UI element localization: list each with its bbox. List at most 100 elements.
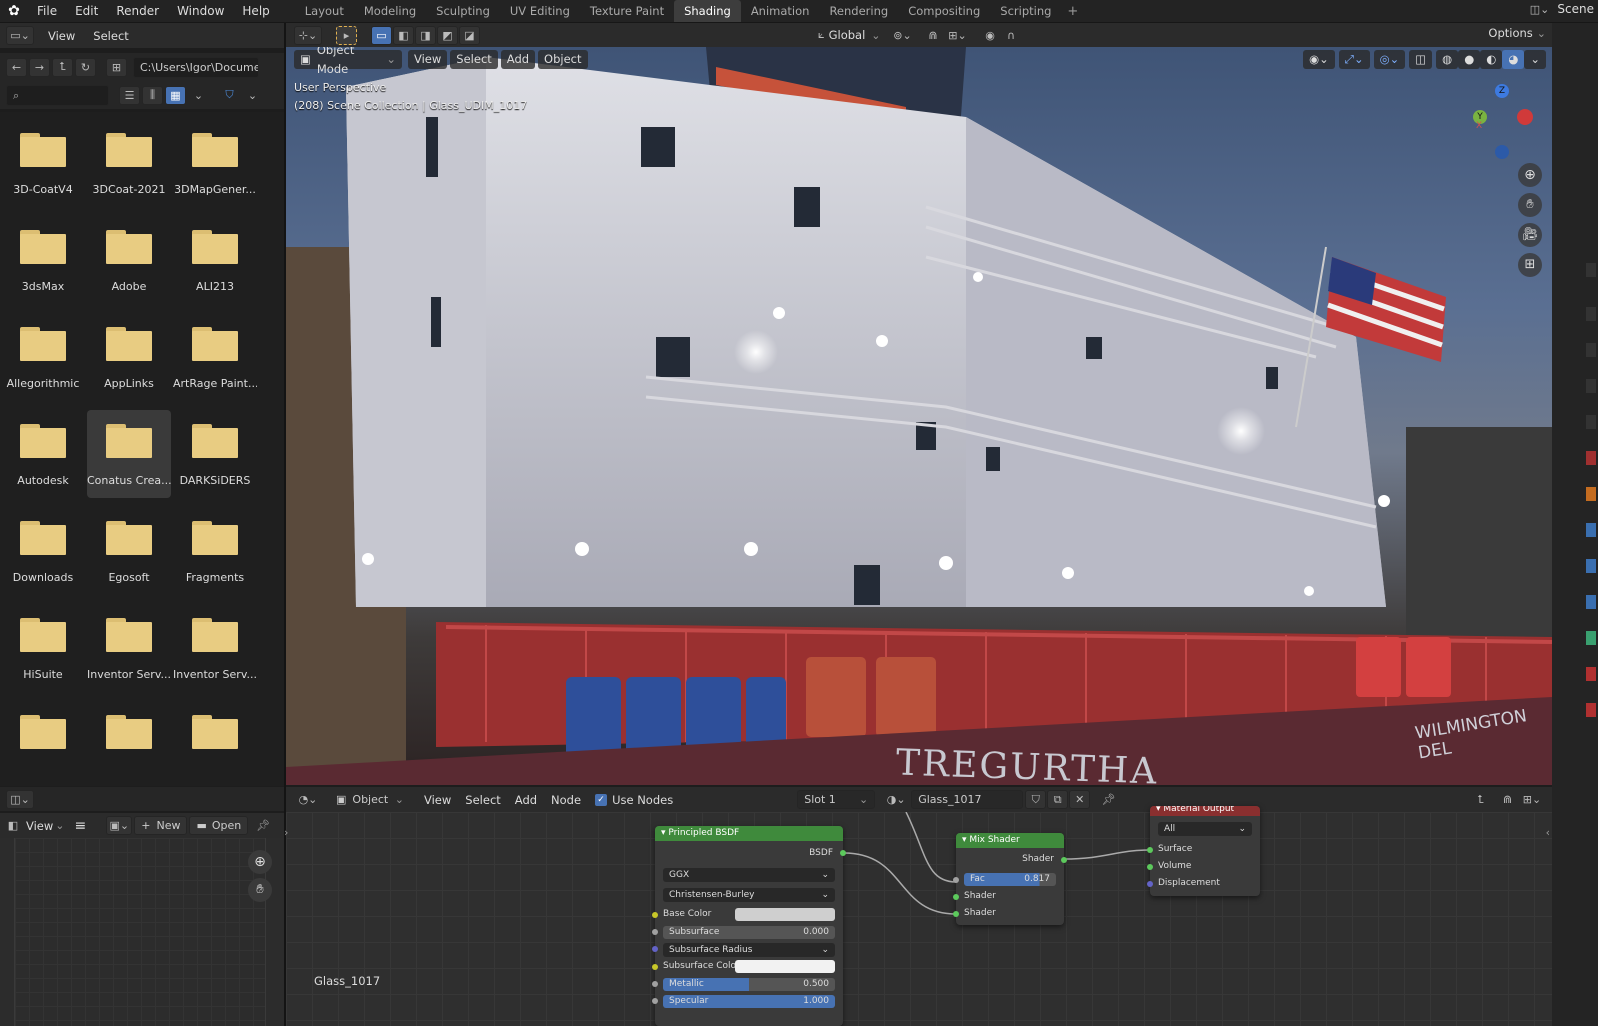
folder-item[interactable]: ArtRage Paint... bbox=[173, 313, 257, 401]
shader-input-2-socket[interactable] bbox=[953, 911, 959, 917]
list-vertical-icon[interactable]: ☰ bbox=[119, 85, 140, 105]
image-browse-icon[interactable]: ▣⌄ bbox=[106, 816, 133, 835]
subsurface-radius-socket[interactable] bbox=[652, 946, 658, 952]
back-icon[interactable]: ← bbox=[6, 57, 27, 77]
fac-slider[interactable]: Fac 0.817 bbox=[964, 873, 1056, 886]
fb-view-menu[interactable]: View bbox=[48, 29, 75, 43]
transform-pivot-icon[interactable]: ⊹⌄ bbox=[294, 25, 322, 45]
wireframe-shading-icon[interactable]: ◍ bbox=[1436, 50, 1459, 69]
mode-selector[interactable]: ▣ Object Mode ⌄ bbox=[294, 47, 402, 76]
search-input[interactable]: ⌕ bbox=[6, 84, 109, 106]
shader-type-selector[interactable]: ▣ Object ⌄ bbox=[330, 790, 410, 809]
navigation-gizmo[interactable]: Z Y X bbox=[1466, 81, 1536, 161]
viewport-object-menu[interactable]: Object bbox=[538, 50, 588, 69]
proportional-edit-icon[interactable]: ◉ bbox=[980, 26, 1001, 45]
tab-world-icon[interactable] bbox=[1586, 451, 1596, 465]
hamburger-icon[interactable]: ≡ bbox=[75, 818, 87, 834]
material-output-node[interactable]: ▾ Material Output All ⌄ Surface Volume Di… bbox=[1147, 806, 1260, 896]
subsurface-color-socket[interactable] bbox=[652, 964, 658, 970]
select-extend-icon[interactable]: ◧ bbox=[393, 25, 414, 45]
tab-material-icon[interactable] bbox=[1586, 667, 1596, 681]
blender-logo-icon[interactable]: ✿ bbox=[0, 3, 28, 19]
base-color-swatch[interactable] bbox=[735, 908, 835, 921]
snap-icon[interactable]: ⋒ bbox=[1497, 790, 1518, 809]
mix-shader-node[interactable]: ▾ Mix Shader Shader Fac 0.817 Shader Shad… bbox=[953, 833, 1067, 925]
material-name-field[interactable]: Glass_1017 bbox=[911, 790, 1024, 809]
tab-texture-icon[interactable] bbox=[1586, 703, 1596, 717]
select-tool-icon[interactable]: ▸ bbox=[336, 25, 357, 45]
editor-type-icon[interactable]: ◫⌄ bbox=[6, 789, 34, 809]
folder-item[interactable] bbox=[1, 701, 85, 786]
specular-socket[interactable] bbox=[652, 998, 658, 1004]
snap-mode-icon[interactable]: ⊞⌄ bbox=[1518, 790, 1546, 809]
viewport-select-menu[interactable]: Select bbox=[450, 50, 498, 69]
tab-modeling[interactable]: Modeling bbox=[354, 0, 426, 22]
slot-selector[interactable]: Slot 1 ⌄ bbox=[797, 790, 876, 809]
folder-item[interactable]: HiSuite bbox=[1, 604, 85, 692]
select-subtract-icon[interactable]: ◨ bbox=[415, 25, 436, 45]
distribution-dropdown[interactable]: GGX ⌄ bbox=[663, 868, 835, 882]
tab-uv-editing[interactable]: UV Editing bbox=[500, 0, 580, 22]
path-field[interactable]: C:\Users\Igor\Docume... bbox=[133, 56, 259, 78]
folder-item[interactable] bbox=[87, 701, 171, 786]
menu-file[interactable]: File bbox=[28, 0, 66, 23]
pivot-point-icon[interactable]: ⊚⌄ bbox=[889, 26, 917, 45]
material-browse-icon[interactable]: ◑⌄ bbox=[883, 790, 909, 809]
pin-icon[interactable]: 📌︎ bbox=[256, 819, 270, 832]
folder-item[interactable] bbox=[173, 701, 257, 786]
forward-icon[interactable]: → bbox=[29, 57, 50, 77]
metallic-slider[interactable]: Metallic 0.500 bbox=[663, 978, 835, 991]
gizmo-icon[interactable]: ⤢⌄ bbox=[1338, 50, 1370, 69]
tab-tool-icon[interactable] bbox=[1586, 263, 1596, 277]
transform-orientation[interactable]: ⟀ Global ⌄ bbox=[818, 28, 881, 42]
principled-bsdf-title[interactable]: ▾ Principled BSDF bbox=[655, 826, 843, 841]
ortho-toggle-icon[interactable]: ⊞ bbox=[1518, 253, 1542, 277]
tab-scripting[interactable]: Scripting bbox=[990, 0, 1061, 22]
surface-socket[interactable] bbox=[1147, 847, 1153, 853]
use-nodes-toggle[interactable]: ✓ Use Nodes bbox=[595, 793, 673, 807]
node-node-menu[interactable]: Node bbox=[551, 793, 581, 807]
sidebar-toggle-left-icon[interactable]: › bbox=[284, 826, 288, 839]
node-view-menu[interactable]: View bbox=[424, 793, 451, 807]
new-folder-icon[interactable]: ⊞ bbox=[106, 57, 127, 77]
zoom-icon[interactable]: ⊕ bbox=[1518, 163, 1542, 187]
tab-scene-icon[interactable] bbox=[1586, 415, 1596, 429]
tab-texture-paint[interactable]: Texture Paint bbox=[580, 0, 674, 22]
subsurface-color-swatch[interactable] bbox=[735, 960, 835, 973]
folder-item[interactable]: DARKSiDERS bbox=[173, 410, 257, 498]
folder-item[interactable]: AppLinks bbox=[87, 313, 171, 401]
folder-item[interactable]: Inventor Serv... bbox=[87, 604, 171, 692]
refresh-icon[interactable]: ↻ bbox=[75, 57, 96, 77]
editor-type-icon[interactable]: ▭⌄ bbox=[6, 26, 34, 45]
subsurface-field[interactable]: Subsurface 0.000 bbox=[663, 926, 835, 939]
thumbnails-icon[interactable]: ▦ bbox=[165, 85, 186, 105]
material-output-title[interactable]: ▾ Material Output bbox=[1150, 806, 1260, 816]
tab-compositing[interactable]: Compositing bbox=[898, 0, 990, 22]
add-workspace-button[interactable]: + bbox=[1067, 4, 1078, 19]
xray-icon[interactable]: ◫ bbox=[1409, 50, 1433, 69]
select-box-icon[interactable]: ▭ bbox=[371, 25, 392, 45]
display-dropdown-icon[interactable]: ⌄ bbox=[188, 86, 209, 105]
node-select-menu[interactable]: Select bbox=[465, 793, 500, 807]
tab-rendering[interactable]: Rendering bbox=[819, 0, 898, 22]
snap-icon[interactable]: ⋒ bbox=[923, 26, 944, 45]
visibility-icon[interactable]: ◉⌄ bbox=[1303, 50, 1335, 69]
camera-view-icon[interactable]: 🎥︎ bbox=[1518, 223, 1542, 247]
tab-layout[interactable]: Layout bbox=[295, 0, 354, 22]
bsdf-output-socket[interactable] bbox=[840, 850, 846, 856]
parent-node-tree-icon[interactable]: ⮤ bbox=[1470, 790, 1491, 809]
folder-item[interactable]: Inventor Serv... bbox=[173, 604, 257, 692]
menu-edit[interactable]: Edit bbox=[66, 0, 107, 23]
folder-item[interactable]: 3dsMax bbox=[1, 216, 85, 304]
snap-target-icon[interactable]: ⊞⌄ bbox=[944, 26, 972, 45]
tab-shading[interactable]: Shading bbox=[674, 0, 741, 22]
tab-physics-icon[interactable] bbox=[1586, 595, 1596, 609]
select-invert-icon[interactable]: ◩ bbox=[437, 25, 458, 45]
tab-object-icon[interactable] bbox=[1586, 487, 1596, 501]
filter-dropdown-icon[interactable]: ⌄ bbox=[242, 86, 263, 105]
folder-item[interactable]: Fragments bbox=[173, 507, 257, 595]
base-color-socket[interactable] bbox=[652, 912, 658, 918]
folder-item[interactable]: Egosoft bbox=[87, 507, 171, 595]
folder-item[interactable]: 3DCoat-2021 bbox=[87, 119, 171, 207]
metallic-socket[interactable] bbox=[652, 981, 658, 987]
